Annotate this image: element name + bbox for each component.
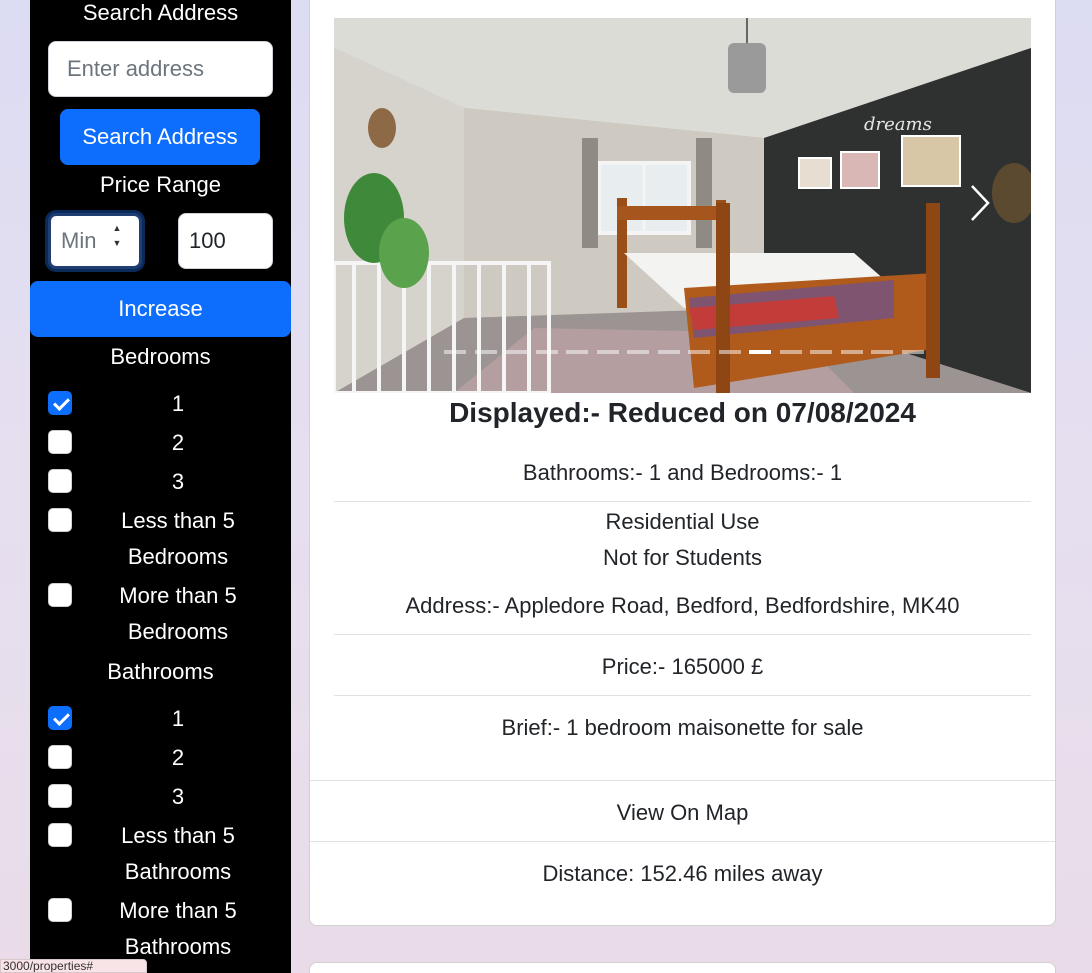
divider xyxy=(334,634,1031,635)
spin-up-icon[interactable]: ▲ xyxy=(110,221,124,236)
filter-sidebar: Search Address Search Address Price Rang… xyxy=(30,0,291,973)
distance-text: Distance: 152.46 miles away xyxy=(542,861,823,886)
carousel-indicator[interactable] xyxy=(901,350,924,354)
listing-status-title: Displayed:- Reduced on 07/08/2024 xyxy=(449,397,916,428)
status-bar-url: 3000/properties# xyxy=(0,959,147,973)
bedroom-label-2: 2 xyxy=(171,430,185,455)
use-text: Residential Use xyxy=(605,509,760,534)
carousel-indicator[interactable] xyxy=(749,350,771,354)
address-input[interactable] xyxy=(48,41,273,97)
next-property-card xyxy=(309,962,1056,973)
divider xyxy=(310,841,1055,842)
bathroom-checkbox-2[interactable] xyxy=(48,745,72,769)
carousel-indicator[interactable] xyxy=(840,350,863,354)
view-on-map-link[interactable]: View On Map xyxy=(310,798,1055,828)
carousel-next-icon[interactable] xyxy=(964,178,994,228)
carousel-indicator[interactable] xyxy=(657,350,680,354)
property-card: dreams Displayed:- Reduced on 07/08/2024… xyxy=(309,0,1056,926)
bathroom-checkbox-less-than-5[interactable] xyxy=(48,823,72,847)
svg-text:dreams: dreams xyxy=(864,114,932,135)
bedroom-checkbox-less-than-5[interactable] xyxy=(48,508,72,532)
divider xyxy=(334,501,1031,502)
price-text: Price:- 165000 £ xyxy=(601,654,764,679)
carousel-indicator[interactable] xyxy=(871,350,893,354)
increase-button[interactable]: Increase xyxy=(30,281,291,337)
price-range-heading: Price Range xyxy=(99,172,222,197)
carousel-indicator[interactable] xyxy=(505,350,527,354)
bedrooms-heading: Bedrooms xyxy=(110,344,211,369)
bathroom-label-3: 3 xyxy=(171,784,185,809)
bathroom-label-2: 2 xyxy=(171,745,185,770)
bedroom-label-1: 1 xyxy=(171,391,185,416)
rooms-text: Bathrooms:- 1 and Bedrooms:- 1 xyxy=(522,460,843,485)
price-max-input[interactable] xyxy=(178,213,273,269)
carousel-indicator[interactable] xyxy=(444,350,466,354)
number-spinner[interactable]: ▲ ▼ xyxy=(110,221,124,255)
carousel-indicator[interactable] xyxy=(566,350,588,354)
carousel-indicator[interactable] xyxy=(596,350,619,354)
bedroom-checkbox-2[interactable] xyxy=(48,430,72,454)
bedroom-checkbox-3[interactable] xyxy=(48,469,72,493)
carousel-indicator[interactable] xyxy=(535,350,558,354)
brief-text: Brief:- 1 bedroom maisonette for sale xyxy=(501,715,864,740)
bedroom-label-less-than-5: Less than 5 Bedrooms xyxy=(121,508,235,569)
bedroom-checkbox-more-than-5[interactable] xyxy=(48,583,72,607)
carousel-indicator[interactable] xyxy=(627,350,649,354)
carousel-indicator[interactable] xyxy=(474,350,497,354)
price-min-input[interactable] xyxy=(48,213,142,269)
carousel-indicator[interactable] xyxy=(810,350,832,354)
bedroom-label-3: 3 xyxy=(171,469,185,494)
divider xyxy=(310,780,1055,781)
bathroom-checkbox-1[interactable] xyxy=(48,706,72,730)
bathrooms-heading: Bathrooms xyxy=(107,659,214,684)
carousel-indicators xyxy=(444,350,924,356)
bathroom-checkbox-more-than-5[interactable] xyxy=(48,898,72,922)
spin-down-icon[interactable]: ▼ xyxy=(110,236,124,251)
carousel-indicator[interactable] xyxy=(718,350,741,354)
search-address-button[interactable]: Search Address xyxy=(60,109,260,165)
carousel-indicator[interactable] xyxy=(779,350,802,354)
bathroom-label-less-than-5: Less than 5 Bathrooms xyxy=(121,823,235,884)
divider xyxy=(334,695,1031,696)
bedroom-checkbox-1[interactable] xyxy=(48,391,72,415)
bathroom-label-more-than-5: More than 5 Bathrooms xyxy=(119,898,237,959)
bathroom-checkbox-3[interactable] xyxy=(48,784,72,808)
students-text: Not for Students xyxy=(603,545,762,570)
carousel-indicator[interactable] xyxy=(688,350,710,354)
search-address-heading: Search Address xyxy=(82,0,239,25)
bedroom-label-more-than-5: More than 5 Bedrooms xyxy=(119,583,237,644)
property-photo-carousel[interactable]: dreams xyxy=(334,18,1031,393)
bathroom-label-1: 1 xyxy=(171,706,185,731)
bedroom-photo: dreams xyxy=(334,18,1031,393)
address-text: Address:- Appledore Road, Bedford, Bedfo… xyxy=(405,593,960,618)
